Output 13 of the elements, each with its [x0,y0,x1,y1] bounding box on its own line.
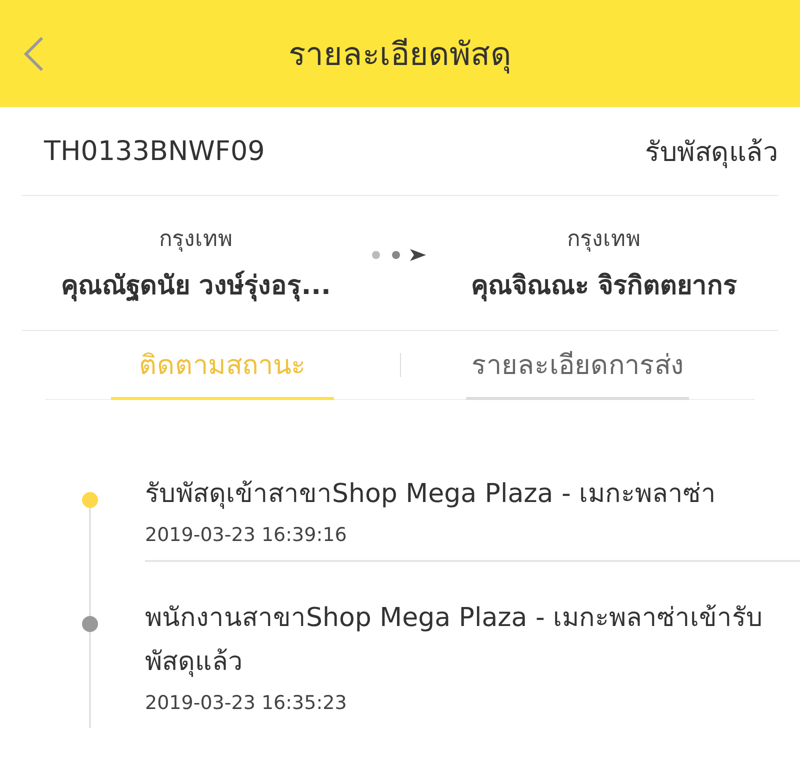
parcel-status: รับพัสดุแล้ว [645,136,778,170]
receiver-city: กรุงเทพ [567,226,641,254]
back-icon[interactable] [22,36,46,72]
event-timestamp: 2019-03-23 16:39:16 [145,524,348,546]
sender-city: กรุงเทพ [159,226,233,254]
event-timestamp: 2019-03-23 16:35:23 [145,692,348,714]
tracking-number: TH0133BNWF09 [42,136,265,166]
receiver-name: คุณจิณณะ จิรกิตตยากร [470,270,738,304]
event-description: รับพัสดุเข้าสาขาShop Mega Plaza - เมกะพลาซ่า [145,478,718,511]
event-description: พนักงานสาขาShop Mega Plaza - เมกะพลาซ่าเข้ารับพัสดุแล้ว [145,602,764,679]
tab[interactable]: รายละเอียดการส่ง [466,331,689,400]
page-title: รายละเอียดพัสดุ [288,34,512,76]
sender-name: คุณณัฐดนัย วงษ์รุ่งอรุ... [61,270,331,304]
